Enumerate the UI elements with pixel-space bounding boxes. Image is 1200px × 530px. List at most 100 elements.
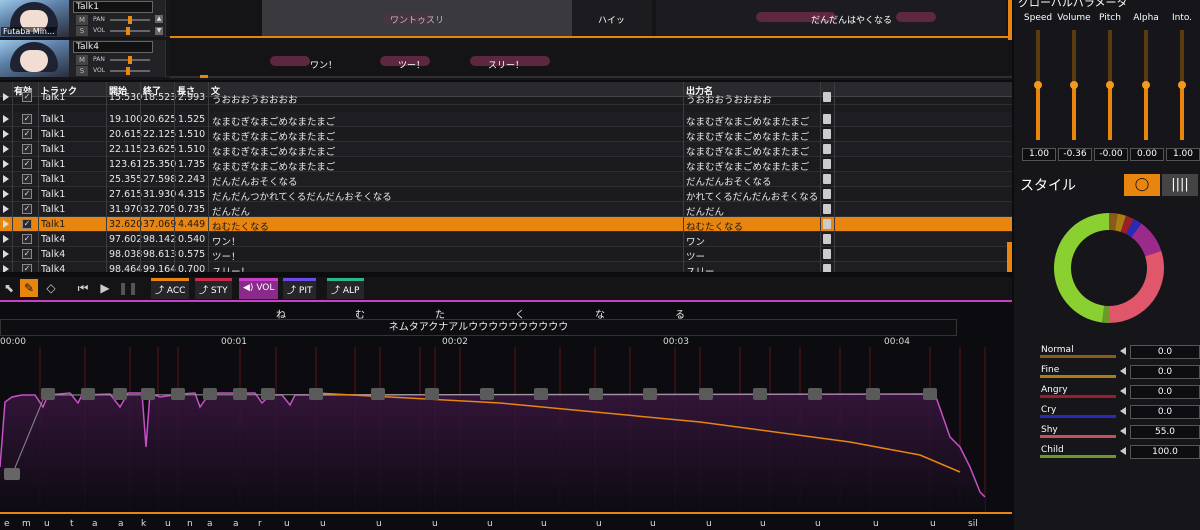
track-lane[interactable]: ワン！ ツー！ スリー！: [170, 40, 1012, 78]
enabled-checkbox[interactable]: ✓: [22, 144, 32, 154]
curve-node[interactable]: [141, 388, 155, 400]
eraser-tool-icon[interactable]: ◇: [42, 279, 60, 297]
table-row[interactable]: ✓ Talk4 98.038 98.613 0.575 ツー！ ツー: [0, 247, 1012, 263]
slider-knob[interactable]: [1034, 81, 1042, 89]
enabled-checkbox[interactable]: ✓: [22, 204, 32, 214]
play-row-icon[interactable]: [3, 205, 9, 213]
slider-value[interactable]: 1.00: [1166, 148, 1200, 161]
vol-slider[interactable]: [110, 30, 150, 32]
pointer-tool-icon[interactable]: ⬉: [0, 279, 18, 297]
mode-acc-button[interactable]: ⤴ ACC: [151, 278, 190, 299]
curve-node[interactable]: [753, 388, 767, 400]
cell-text[interactable]: ねむたくなる: [212, 219, 680, 233]
table-row[interactable]: ✓ Talk1 15.530 18.523 2.993 うおおおうおおおお うおおおうおおお…: [0, 90, 1012, 106]
play-row-icon[interactable]: [3, 145, 9, 153]
cell-text[interactable]: だんだんつかれてくるだんだんおそくなる: [212, 189, 680, 203]
pen-tool-icon[interactable]: ✎: [20, 279, 38, 297]
arrow-down-icon[interactable]: ▼: [155, 27, 163, 35]
emotion-value[interactable]: 100.0: [1130, 445, 1200, 459]
trash-icon[interactable]: [823, 129, 831, 139]
curve-node[interactable]: [4, 468, 20, 480]
emotion-value[interactable]: 0.0: [1130, 365, 1200, 379]
play-row-icon[interactable]: [3, 265, 9, 272]
trash-icon[interactable]: [823, 189, 831, 199]
curve-node[interactable]: [41, 388, 55, 400]
emotion-value[interactable]: 0.0: [1130, 345, 1200, 359]
slider-value[interactable]: 0.00: [1130, 148, 1164, 161]
table-row[interactable]: ✓ Talk1 31.970 32.705 0.735 だんだん だんだん: [0, 202, 1012, 218]
curve-node[interactable]: [480, 388, 494, 400]
cell-text[interactable]: だんだん: [212, 204, 680, 218]
decrement-icon[interactable]: [1120, 427, 1126, 435]
play-row-icon[interactable]: [3, 190, 9, 198]
volume-curve-graph[interactable]: [0, 347, 1012, 515]
trash-icon[interactable]: [823, 159, 831, 169]
slider-value[interactable]: -0.36: [1058, 148, 1092, 161]
curve-node[interactable]: [203, 388, 217, 400]
trash-icon[interactable]: [823, 219, 831, 229]
cell-text[interactable]: スリー！: [212, 264, 680, 272]
curve-node[interactable]: [309, 388, 323, 400]
cell-text[interactable]: ツー！: [212, 249, 680, 263]
track-scrollbar[interactable]: [1008, 0, 1012, 40]
curve-node[interactable]: [261, 388, 275, 400]
emotion-value[interactable]: 0.0: [1130, 405, 1200, 419]
enabled-checkbox[interactable]: ✓: [22, 249, 32, 259]
curve-node[interactable]: [643, 388, 657, 400]
trash-icon[interactable]: [823, 249, 831, 259]
enabled-checkbox[interactable]: ✓: [22, 114, 32, 124]
enabled-checkbox[interactable]: ✓: [22, 189, 32, 199]
table-row[interactable]: ✓ Talk1 19.100 20.625 1.525 なまむぎなまごめなまたまご なまむぎ…: [0, 112, 1012, 128]
enabled-checkbox[interactable]: ✓: [22, 159, 32, 169]
slider-value[interactable]: 1.00: [1022, 148, 1056, 161]
clip[interactable]: だんだんはやくなる: [656, 0, 1006, 37]
slider-knob[interactable]: [1070, 81, 1078, 89]
parameter-editor[interactable]: ね む た く な る ネムタアクナアルウウウウウウウウウウ 00:00 00:…: [0, 303, 1012, 530]
emotion-value[interactable]: 0.0: [1130, 385, 1200, 399]
solo-button[interactable]: S: [76, 26, 88, 36]
enabled-checkbox[interactable]: ✓: [22, 234, 32, 244]
pause-icon[interactable]: ❚❚: [118, 279, 138, 297]
table-scrollbar[interactable]: [1007, 242, 1012, 272]
avatar[interactable]: Futaba Min...: [0, 0, 69, 37]
curve-node[interactable]: [113, 388, 127, 400]
arrow-up-icon[interactable]: ▲: [155, 15, 163, 23]
solo-button[interactable]: S: [76, 66, 88, 76]
curve-node[interactable]: [534, 388, 548, 400]
table-row[interactable]: ✓ Talk1 25.355 27.598 2.243 だんだんおそくなる だんだんおそくな…: [0, 172, 1012, 188]
cell-text[interactable]: なまむぎなまごめなまたまご: [212, 144, 680, 158]
table-row[interactable]: ✓ Talk1 22.115 23.625 1.510 なまむぎなまごめなまたまご なまむぎ…: [0, 142, 1012, 158]
enabled-checkbox[interactable]: ✓: [22, 264, 32, 272]
play-row-icon[interactable]: [3, 175, 9, 183]
enabled-checkbox[interactable]: ✓: [22, 174, 32, 184]
mute-button[interactable]: M: [76, 15, 88, 25]
play-row-icon[interactable]: [3, 235, 9, 243]
mute-button[interactable]: M: [76, 55, 88, 65]
clip[interactable]: ワントゥスリ: [262, 0, 572, 37]
cell-text[interactable]: だんだんおそくなる: [212, 174, 680, 188]
play-row-icon[interactable]: [3, 160, 9, 168]
trash-icon[interactable]: [823, 114, 831, 124]
curve-node[interactable]: [699, 388, 713, 400]
trash-icon[interactable]: [823, 234, 831, 244]
donut-view-button[interactable]: ◯: [1124, 174, 1160, 196]
table-row[interactable]: ✓ Talk1 27.615 31.930 4.315 だんだんつかれてくるだんだんおそく…: [0, 187, 1012, 203]
decrement-icon[interactable]: [1120, 347, 1126, 355]
mode-vol-button[interactable]: ◀) VOL: [239, 278, 279, 299]
clip[interactable]: ハイッ: [572, 0, 652, 37]
cell-text[interactable]: なまむぎなまごめなまたまご: [212, 129, 680, 143]
enabled-checkbox[interactable]: ✓: [22, 219, 32, 229]
table-row[interactable]: ✓ Talk1 123.61 25.350 1.735 なまむぎなまごめなまたまご なまむぎ…: [0, 157, 1012, 173]
track-name-field[interactable]: Talk4: [73, 41, 153, 53]
curve-node[interactable]: [233, 388, 247, 400]
table-row[interactable]: ✓ Talk1 20.615 22.125 1.510 なまむぎなまごめなまたまご なまむぎ…: [0, 127, 1012, 143]
curve-node[interactable]: [923, 388, 937, 400]
avatar[interactable]: [0, 40, 69, 77]
bar-view-button[interactable]: ||||: [1162, 174, 1198, 196]
decrement-icon[interactable]: [1120, 447, 1126, 455]
slider-knob[interactable]: [1106, 81, 1114, 89]
play-icon[interactable]: ▶: [96, 279, 114, 297]
trash-icon[interactable]: [823, 92, 831, 102]
cell-text[interactable]: うおおおうおおおお: [212, 92, 680, 106]
table-row[interactable]: ✓ Talk4 97.602 98.142 0.540 ワン！ ワン: [0, 232, 1012, 248]
